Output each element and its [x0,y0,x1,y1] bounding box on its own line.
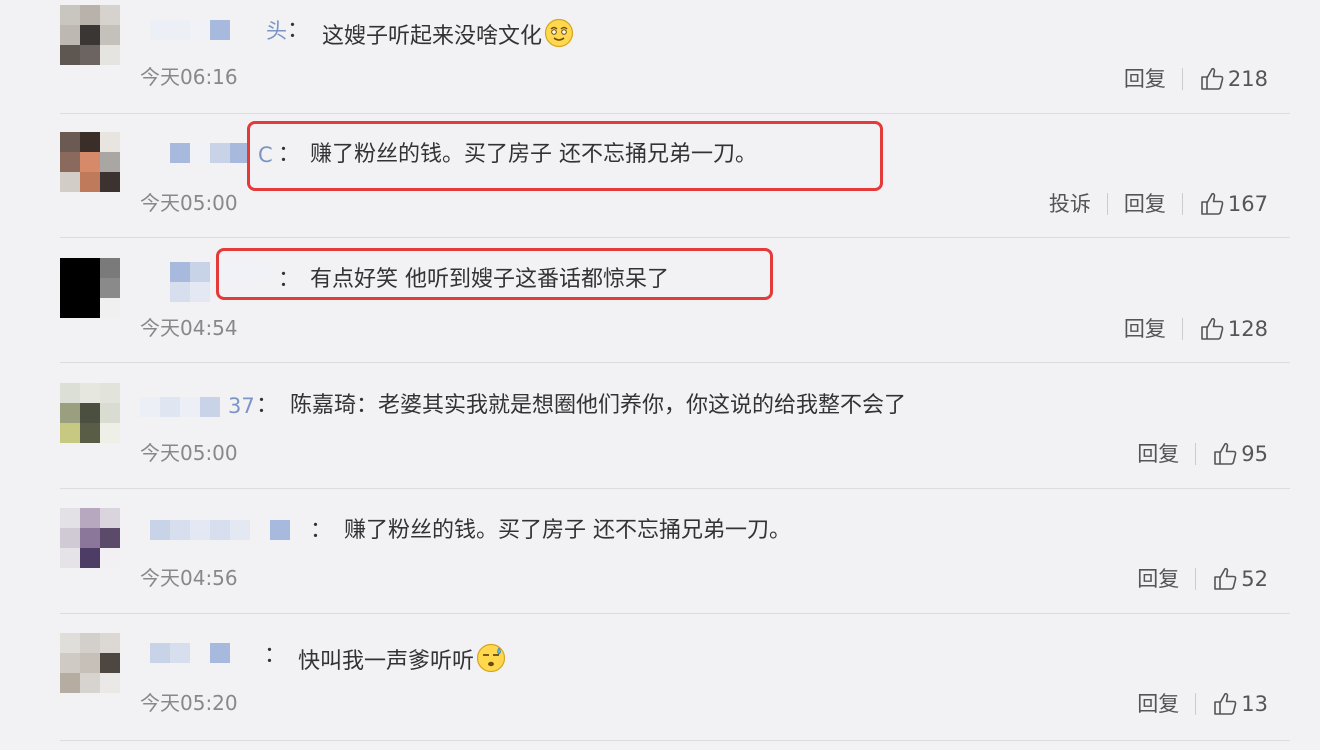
reply-button[interactable]: 回复 [1137,565,1179,593]
colon: ： [310,518,333,543]
like-button[interactable]: 128 [1199,316,1268,342]
comment-divider [60,613,1290,614]
avatar[interactable] [60,508,120,568]
like-count: 95 [1241,442,1268,466]
colon: ： [256,393,279,418]
action-divider [1181,193,1183,215]
action-divider [1106,193,1108,215]
like-count: 128 [1227,317,1268,341]
like-button[interactable]: 167 [1199,191,1268,217]
avatar[interactable] [60,383,120,443]
avatar[interactable] [60,633,120,693]
action-divider [1195,693,1197,715]
like-button[interactable]: 95 [1212,441,1268,467]
sweat-emoji-icon [476,643,506,673]
username-tail[interactable]: 37 [228,393,255,419]
comment-text: 这嫂子听起来没啥文化 [322,18,574,50]
comment-actions: 投诉 回复 167 [1049,189,1268,219]
action-divider [1181,318,1183,340]
avatar[interactable] [60,5,120,65]
username-tail[interactable]: 头 [266,18,287,44]
comment-body: 快叫我一声爹听听 [298,649,475,674]
comment-item: ： 赚了粉丝的钱。买了房子 还不忘捅兄弟一刀。 今天04:56 回复 52 [0,500,1320,625]
like-count: 167 [1227,192,1268,216]
smirk-emoji-icon [544,18,574,48]
thumbs-up-icon [1201,67,1224,90]
reply-button[interactable]: 回复 [1124,190,1166,218]
reply-button[interactable]: 回复 [1137,690,1179,718]
comment-actions: 回复 95 [1137,439,1268,469]
comment-divider [60,740,1290,741]
comment-divider [60,362,1290,363]
comment-text: 赚了粉丝的钱。买了房子 还不忘捅兄弟一刀。 [344,518,791,543]
comment-time: 今天04:56 [140,566,238,590]
like-count: 218 [1227,67,1268,91]
like-button[interactable]: 13 [1212,691,1268,717]
comment-actions: 回复 52 [1137,564,1268,594]
reply-button[interactable]: 回复 [1124,65,1166,93]
comment-time: 今天05:00 [140,441,238,465]
comment-text: 快叫我一声爹听听 [298,643,506,675]
colon: ： [264,643,287,668]
thumbs-up-icon [1214,567,1237,590]
comment-item: ： 有点好笑 他听到嫂子这番话都惊呆了 今天04:54 回复 128 [0,248,1320,375]
comment-body: 这嫂子听起来没啥文化 [322,24,543,49]
highlight-box [247,121,883,191]
comment-item: ： 快叫我一声爹听听 今天05:20 回复 13 [0,625,1320,750]
comment-item: C ： 赚了粉丝的钱。买了房子 还不忘捅兄弟一刀。 今天05:00 投诉 回复 … [0,121,1320,250]
action-divider [1181,68,1183,90]
thumbs-up-icon [1214,442,1237,465]
comment-actions: 回复 128 [1124,314,1268,344]
comment-actions: 回复 218 [1124,64,1268,94]
like-button[interactable]: 218 [1199,66,1268,92]
like-count: 13 [1241,692,1268,716]
comment-item: 头 ： 这嫂子听起来没啥文化 今天06:16 回复 218 [0,0,1320,125]
comment-time: 今天04:54 [140,316,238,340]
reply-button[interactable]: 回复 [1137,440,1179,468]
thumbs-up-icon [1214,692,1237,715]
comment-time: 今天05:00 [140,191,238,215]
avatar[interactable] [60,132,120,192]
action-divider [1195,568,1197,590]
comment-time: 今天05:20 [140,691,238,715]
comment-item: 37 ： 陈嘉琦：老婆其实我就是想圈他们养你，你这说的给我整不会了 今天05:0… [0,375,1320,500]
action-divider [1195,443,1197,465]
comment-divider [60,237,1290,238]
comment-text: 陈嘉琦：老婆其实我就是想圈他们养你，你这说的给我整不会了 [290,393,907,418]
thumbs-up-icon [1201,192,1224,215]
colon: ： [287,18,310,43]
report-button[interactable]: 投诉 [1049,190,1091,218]
avatar[interactable] [60,258,120,318]
highlight-box [216,248,773,300]
comment-actions: 回复 13 [1137,689,1268,719]
comment-divider [60,488,1290,489]
comment-divider [60,113,1290,114]
like-button[interactable]: 52 [1212,566,1268,592]
reply-button[interactable]: 回复 [1124,315,1166,343]
comment-time: 今天06:16 [140,65,238,89]
like-count: 52 [1241,567,1268,591]
comment-list: 头 ： 这嫂子听起来没啥文化 今天06:16 回复 218 C ： 赚了粉丝的钱… [0,0,1320,748]
thumbs-up-icon [1201,317,1224,340]
